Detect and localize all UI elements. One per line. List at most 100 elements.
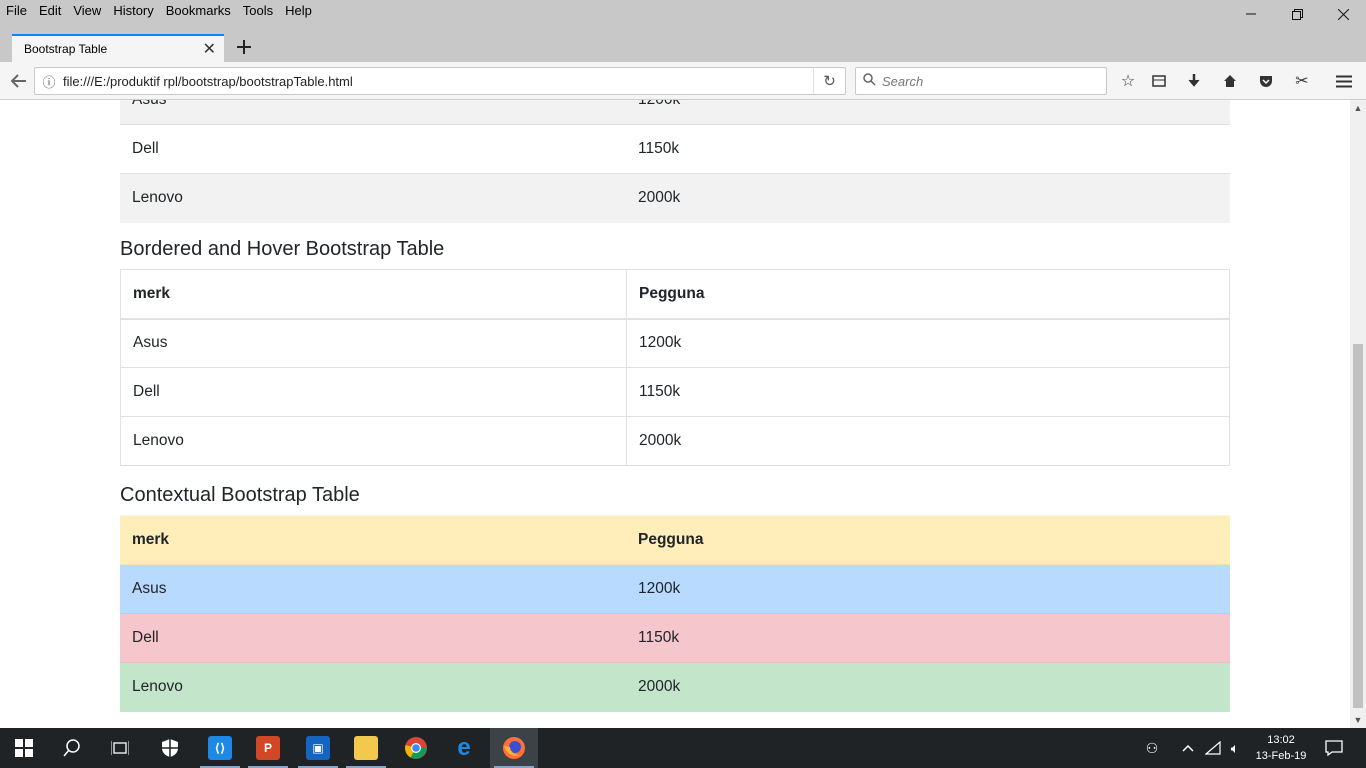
folder-icon: [354, 736, 378, 760]
table-row: Lenovo 2000k: [120, 416, 1230, 466]
table-cell: Dell: [120, 367, 627, 417]
windows-defender-app[interactable]: [146, 728, 194, 768]
tab-bootstrap-table[interactable]: Bootstrap Table ✕: [12, 34, 224, 62]
edge-icon: e: [457, 734, 471, 761]
table-cell: Lenovo: [120, 173, 626, 223]
library-icon[interactable]: [1146, 69, 1172, 93]
chrome-icon: [405, 737, 427, 759]
search-icon: [856, 73, 882, 89]
task-view-button[interactable]: [96, 728, 144, 768]
table-cell: Asus: [120, 564, 626, 614]
tab-title: Bootstrap Table: [24, 42, 108, 56]
powerpoint-app[interactable]: P: [244, 728, 292, 768]
vscode-icon: ⟨⟩: [208, 736, 232, 760]
address-bar[interactable]: ⓘ file:///E:/produktif rpl/bootstrap/boo…: [34, 67, 846, 95]
table-row: Asus 1200k: [120, 564, 1230, 614]
people-icon[interactable]: ⚇: [1140, 728, 1164, 768]
table-cell: Lenovo: [120, 416, 627, 466]
clock-date: 13-Feb-19: [1255, 750, 1307, 762]
table-cell: 1150k: [626, 367, 1230, 417]
column-header-pengguna: Pegguna: [626, 515, 1230, 565]
app-window-app[interactable]: ▣: [294, 728, 342, 768]
menu-bar: File Edit View History Bookmarks Tools H…: [0, 0, 1366, 22]
file-explorer-app[interactable]: [342, 728, 390, 768]
edge-app[interactable]: e: [440, 728, 488, 768]
table-cell: 1200k: [626, 318, 1230, 368]
window-icon: ▣: [306, 736, 330, 760]
menu-hamburger-icon[interactable]: [1331, 69, 1357, 93]
table-cell: Asus: [120, 318, 627, 368]
reload-icon[interactable]: ↻: [813, 68, 845, 94]
menu-file[interactable]: File: [0, 0, 33, 22]
table-row: Lenovo 2000k: [120, 173, 1230, 223]
system-clock[interactable]: 13:02 13-Feb-19: [1246, 732, 1316, 764]
info-icon[interactable]: ⓘ: [35, 72, 63, 91]
clock-time: 13:02: [1267, 734, 1295, 746]
restore-icon: [1291, 8, 1303, 20]
menu-edit[interactable]: Edit: [33, 0, 67, 22]
table-header-row: merk Pegguna: [120, 269, 1230, 320]
page-scrollbar[interactable]: ▲ ▼: [1350, 100, 1366, 728]
new-tab-button[interactable]: [232, 34, 256, 60]
table-cell: 1200k: [626, 100, 1230, 125]
firefox-app[interactable]: [490, 728, 538, 768]
menu-view[interactable]: View: [67, 0, 107, 22]
taskbar: ⟨⟩ P ▣ e ⚇ 🔈︎ 13:02 13-Feb-19: [0, 728, 1366, 768]
bordered-table-title: Bordered and Hover Bootstrap Table: [120, 238, 445, 260]
volume-icon[interactable]: 🔈︎: [1224, 728, 1246, 768]
menu-tools[interactable]: Tools: [237, 0, 279, 22]
table-header-row: merk Pegguna: [120, 515, 1230, 565]
start-button[interactable]: [0, 728, 48, 768]
url-text: file:///E:/produktif rpl/bootstrap/boots…: [63, 73, 353, 89]
powerpoint-icon: P: [256, 736, 280, 760]
table-cell: 2000k: [626, 416, 1230, 466]
menu-bookmarks[interactable]: Bookmarks: [160, 0, 237, 22]
contextual-table: merk Pegguna Asus 1200k Dell 1150k Lenov…: [120, 515, 1230, 712]
table-row: Asus 1200k: [120, 100, 1230, 125]
scroll-up-icon[interactable]: ▲: [1350, 100, 1366, 116]
column-header-merk: merk: [120, 515, 626, 565]
home-icon[interactable]: [1217, 69, 1243, 93]
vscode-app[interactable]: ⟨⟩: [196, 728, 244, 768]
contextual-table-title: Contextual Bootstrap Table: [120, 484, 360, 506]
shield-icon: [162, 739, 178, 757]
table-cell: Dell: [120, 613, 626, 663]
page-content: Asus 1200k Dell 1150k Lenovo 2000k Borde…: [0, 100, 1350, 728]
column-header-merk: merk: [120, 269, 627, 320]
close-icon: [1337, 8, 1349, 20]
table-row: Asus 1200k: [120, 318, 1230, 368]
table-cell: 2000k: [626, 662, 1230, 712]
screenshot-icon[interactable]: ✂: [1289, 69, 1315, 93]
table-row: Lenovo 2000k: [120, 662, 1230, 712]
download-icon[interactable]: [1181, 69, 1207, 93]
search-icon: [63, 739, 80, 757]
windows-logo-icon: [15, 739, 33, 757]
plus-icon: [237, 40, 251, 54]
table-cell: 2000k: [626, 173, 1230, 223]
bookmark-star-icon[interactable]: ☆: [1115, 69, 1141, 93]
search-taskbar-button[interactable]: [48, 728, 96, 768]
scrollbar-thumb[interactable]: [1353, 344, 1363, 708]
chevron-up-icon[interactable]: [1178, 728, 1198, 768]
column-header-pengguna: Pegguna: [626, 269, 1230, 320]
back-button[interactable]: [6, 69, 32, 93]
pocket-icon[interactable]: [1253, 69, 1279, 93]
navigation-bar: ⓘ file:///E:/produktif rpl/bootstrap/boo…: [0, 62, 1366, 100]
table-cell: Dell: [120, 124, 626, 174]
table-cell: Asus: [120, 100, 626, 125]
action-center-icon[interactable]: [1320, 728, 1348, 768]
table-cell: 1200k: [626, 564, 1230, 614]
tab-close-icon[interactable]: ✕: [203, 39, 216, 59]
striped-table: Asus 1200k Dell 1150k Lenovo 2000k: [120, 100, 1230, 223]
search-input[interactable]: Search: [855, 67, 1107, 95]
scroll-down-icon[interactable]: ▼: [1350, 712, 1366, 728]
table-cell: 1150k: [626, 613, 1230, 663]
table-cell: 1150k: [626, 124, 1230, 174]
chrome-app[interactable]: [392, 728, 440, 768]
menu-history[interactable]: History: [107, 0, 159, 22]
network-icon[interactable]: [1202, 728, 1224, 768]
table-row: Dell 1150k: [120, 367, 1230, 417]
bordered-table: merk Pegguna Asus 1200k Dell 1150k Lenov…: [120, 269, 1230, 466]
firefox-icon: [503, 737, 525, 759]
menu-help[interactable]: Help: [279, 0, 318, 22]
